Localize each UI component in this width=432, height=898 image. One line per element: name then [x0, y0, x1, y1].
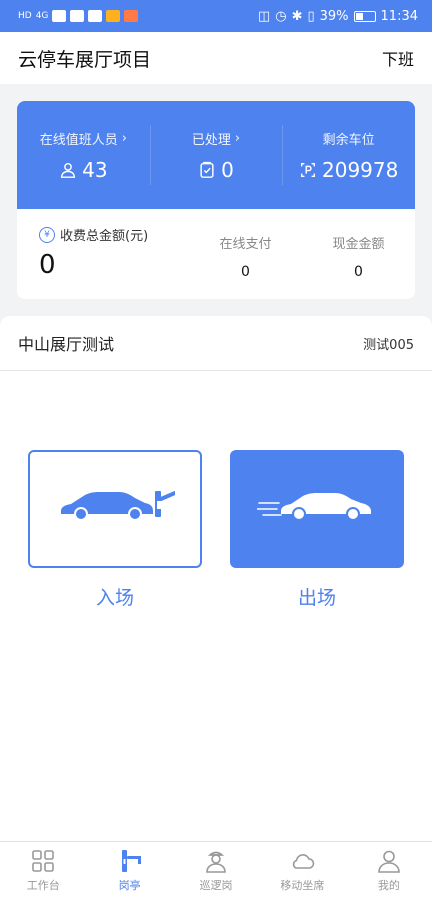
tab-mobile-seat-label: 移动坐席 [280, 878, 325, 892]
bottom-tab-bar: 工作台 岗亭 巡逻岗 移动坐席 我的 [0, 841, 432, 898]
tab-mine[interactable]: 我的 [346, 842, 432, 898]
moving-car-icon [257, 493, 371, 521]
status-bar: HD 4G ◫ ◷ ✱ ▯ 39% 11:34 [0, 0, 432, 32]
gate-actions: 入场 出场 [28, 450, 404, 610]
total-fee-label-row: ¥ 收费总金额(元) [39, 225, 189, 244]
vibrate-icon: ▯ [307, 8, 315, 24]
cash-amount: 现金金额 0 [302, 225, 415, 280]
processed-value: 0 [221, 157, 234, 182]
cash-amount-label: 现金金额 [332, 237, 385, 252]
parking-icon [300, 162, 316, 177]
signal-icon [52, 10, 67, 22]
tab-booth-label: 岗亭 [118, 878, 141, 892]
processed-value-row: 0 [198, 158, 234, 182]
processed-label-row: 已处理 › [192, 129, 240, 148]
network-indicator: 4G [35, 11, 49, 21]
processed-label: 已处理 [191, 132, 231, 148]
hall-header: 中山展厅测试 测试005 [0, 316, 432, 371]
tab-workbench[interactable]: 工作台 [0, 842, 86, 898]
hall-name: 中山展厅测试 [18, 335, 115, 354]
entry-button[interactable] [28, 450, 202, 568]
on-duty-label: 在线值班人员 [39, 132, 118, 148]
checklist-icon [200, 161, 214, 178]
remaining-stat: 剩余车位 209978 [282, 101, 415, 209]
app-header: 云停车展厅项目 下班 [0, 32, 432, 84]
user-icon [61, 162, 76, 178]
patrol-icon [206, 851, 226, 873]
car-barrier-icon [61, 491, 175, 521]
remaining-value-row: 209978 [299, 158, 398, 182]
tab-patrol[interactable]: 巡逻岗 [173, 842, 259, 898]
notification-icon-1 [70, 10, 85, 22]
total-fee: ¥ 收费总金额(元) 0 [17, 225, 189, 280]
remaining-value: 209978 [322, 157, 399, 182]
stats-card: 在线值班人员 › 43 已处理 › 0 剩余车位 209978 ¥ 收费总金额(… [17, 101, 415, 299]
online-payment: 在线支付 0 [189, 225, 302, 280]
tab-booth[interactable]: 岗亭 [86, 842, 172, 898]
on-duty-stat[interactable]: 在线值班人员 › 43 [17, 101, 150, 209]
exit-action[interactable]: 出场 [230, 450, 404, 610]
notification-icon-4 [124, 10, 139, 22]
entry-action[interactable]: 入场 [28, 450, 202, 610]
yen-icon: ¥ [39, 226, 55, 243]
battery-percent: 39% [319, 8, 349, 24]
exit-button[interactable] [230, 450, 404, 568]
online-payment-label: 在线支付 [219, 237, 272, 252]
on-duty-value-row: 43 [59, 157, 108, 182]
chevron-right-icon: › [234, 130, 241, 146]
stats-row: 在线值班人员 › 43 已处理 › 0 剩余车位 209978 [17, 101, 415, 209]
tab-workbench-label: 工作台 [26, 878, 60, 892]
total-fee-label: 收费总金额(元) [60, 229, 149, 244]
fees-row: ¥ 收费总金额(元) 0 在线支付 0 现金金额 0 [17, 209, 415, 280]
remaining-label-row: 剩余车位 [323, 129, 375, 148]
entry-label[interactable]: 入场 [96, 583, 134, 610]
cloud-icon [293, 853, 315, 869]
hd-indicator: HD [18, 11, 32, 21]
profile-icon [378, 850, 400, 873]
chevron-right-icon: › [121, 130, 127, 146]
cash-amount-value: 0 [354, 264, 363, 280]
exit-label[interactable]: 出场 [298, 583, 336, 610]
alarm-icon: ◷ [275, 8, 287, 24]
processed-stat[interactable]: 已处理 › 0 [149, 101, 283, 209]
total-fee-value: 0 [39, 250, 56, 280]
on-duty-value: 43 [82, 157, 108, 182]
booth-icon [121, 849, 141, 872]
hall-panel: 中山展厅测试 测试005 入场 出场 [0, 316, 432, 841]
notification-icon-2 [88, 10, 103, 22]
battery-icon [353, 10, 376, 22]
tab-mobile-seat[interactable]: 移动坐席 [259, 842, 345, 898]
off-duty-button[interactable]: 下班 [382, 46, 414, 70]
clock: 11:34 [380, 8, 418, 24]
page-title: 云停车展厅项目 [18, 48, 152, 71]
tab-patrol-label: 巡逻岗 [199, 878, 233, 892]
online-payment-value: 0 [241, 264, 250, 280]
remaining-label: 剩余车位 [322, 132, 375, 148]
on-duty-label-row: 在线值班人员 › [40, 129, 127, 148]
notification-icon-3 [106, 10, 121, 22]
nfc-icon: ◫ [257, 8, 271, 24]
grid-icon [32, 849, 55, 872]
tab-mine-label: 我的 [377, 878, 400, 892]
bluetooth-icon: ✱ [291, 8, 303, 24]
status-left: HD 4G [18, 10, 139, 22]
status-right: ◫ ◷ ✱ ▯ 39% 11:34 [258, 9, 418, 24]
hall-code: 测试005 [363, 337, 414, 353]
